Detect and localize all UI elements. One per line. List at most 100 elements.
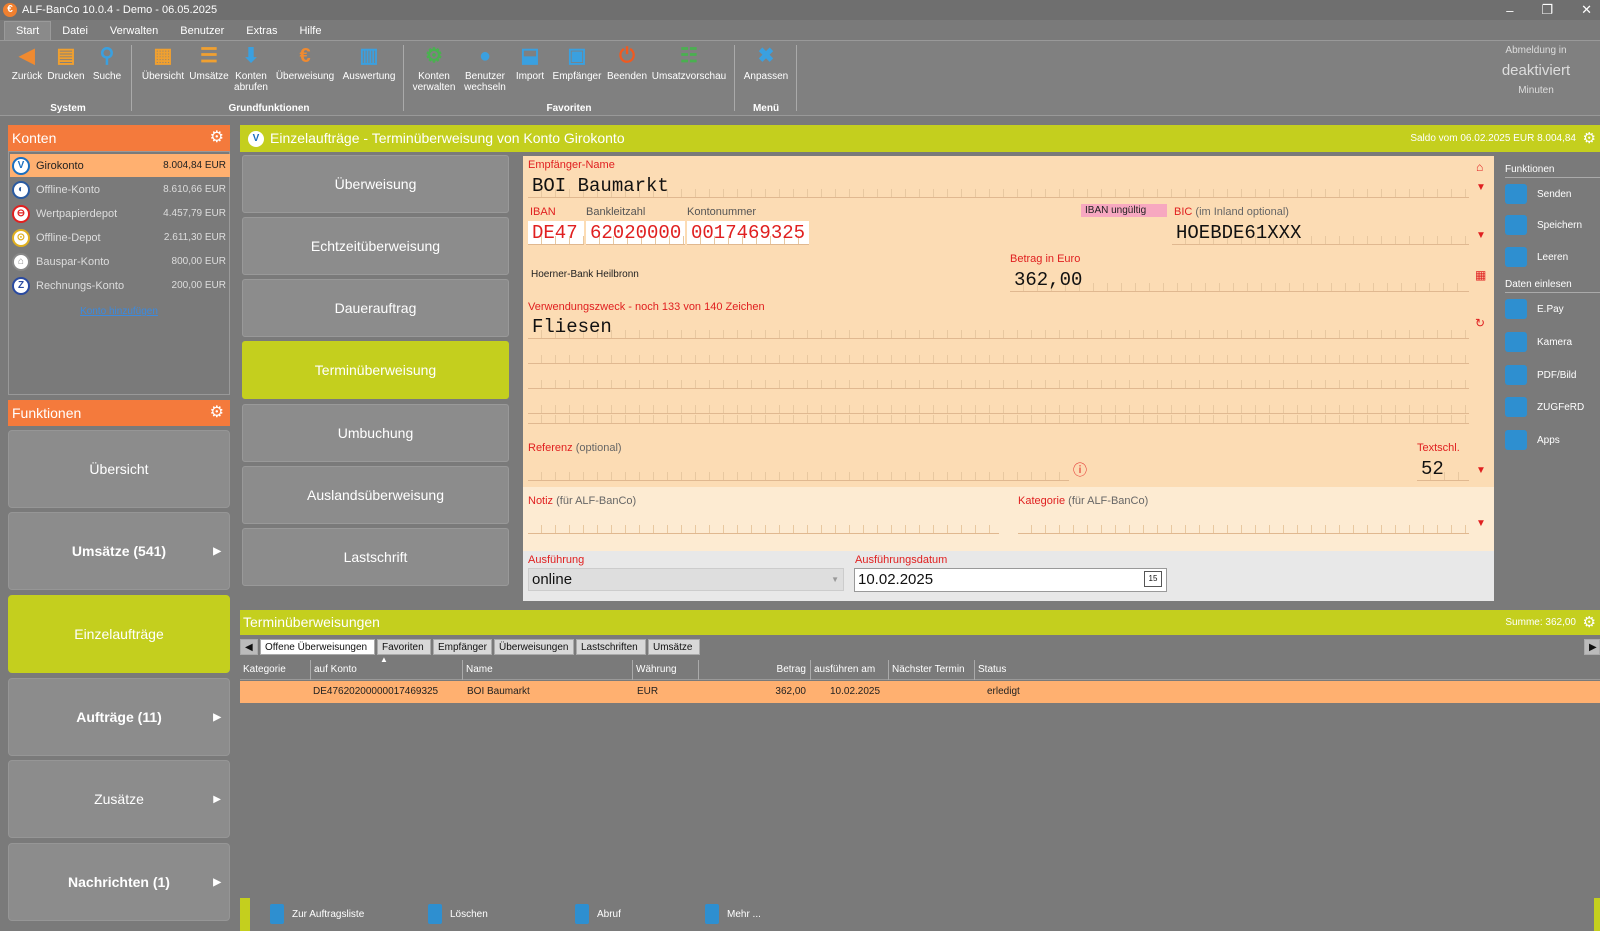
menu-datei[interactable]: Datei — [51, 22, 99, 40]
type-transfer[interactable]: Überweisung — [242, 155, 509, 213]
category-field[interactable] — [1018, 510, 1469, 534]
purpose-line-1[interactable]: Fliesen — [528, 315, 1469, 339]
type-instant-transfer[interactable]: Echtzeitüberweisung — [242, 217, 509, 275]
reference-field[interactable] — [528, 457, 1069, 481]
tab-transfers[interactable]: Überweisungen — [494, 639, 574, 655]
function-single-orders[interactable]: Einzelaufträge — [8, 595, 230, 673]
import-button[interactable]: ⬓ Import — [512, 43, 548, 83]
gear-icon[interactable]: ⚙ — [210, 125, 224, 151]
amount-field[interactable]: 362,00 — [1010, 268, 1469, 292]
clear-button[interactable]: Leeren — [1505, 247, 1568, 267]
col-status[interactable]: Status — [974, 660, 1074, 680]
restore-icon[interactable]: ❐ — [1541, 2, 1553, 18]
overview-button[interactable]: ▦ Übersicht — [140, 43, 186, 83]
account-item[interactable]: ◐ Offline-Konto 8.610,66 EUR — [10, 178, 230, 201]
fetch-button[interactable]: Abruf — [575, 904, 621, 924]
function-messages[interactable]: Nachrichten (1) ▶ — [8, 843, 230, 921]
col-category[interactable]: Kategorie — [240, 660, 310, 680]
tab-recipients[interactable]: Empfänger — [433, 639, 492, 655]
refresh-icon[interactable]: ↻ — [1475, 316, 1485, 330]
info-icon[interactable]: ⓘ — [1073, 460, 1087, 480]
col-execute-date[interactable]: ausführen am — [810, 660, 888, 680]
back-button[interactable]: ◀ Zurück — [8, 43, 46, 83]
preview-button[interactable]: ☷ Umsatzvorschau — [650, 43, 728, 83]
execution-select[interactable]: online ▼ — [528, 568, 844, 591]
print-button[interactable]: ▤ Drucken — [46, 43, 86, 83]
tab-favorites[interactable]: Favoriten — [377, 639, 431, 655]
tabs-scroll-left-icon[interactable]: ◀ — [240, 639, 258, 655]
account-item[interactable]: V Girokonto 8.004,84 EUR — [10, 154, 230, 177]
purpose-line-3[interactable] — [528, 365, 1469, 389]
save-button[interactable]: Speichern — [1505, 215, 1582, 235]
bic-field[interactable]: HOEBDE61XXX — [1172, 221, 1469, 245]
recipients-button[interactable]: ▣ Empfänger — [550, 43, 604, 83]
tab-transactions[interactable]: Umsätze — [648, 639, 700, 655]
type-direct-debit[interactable]: Lastschrift — [242, 528, 509, 586]
pdf-image-button[interactable]: PDF/Bild — [1505, 365, 1576, 385]
more-button[interactable]: Mehr ... — [705, 904, 761, 924]
table-row[interactable]: DE47620200000017469325 BOI Baumarkt EUR … — [240, 681, 1600, 703]
gear-icon[interactable]: ⚙ — [210, 400, 224, 426]
tab-direct-debits[interactable]: Lastschriften — [576, 639, 646, 655]
iban-country-field[interactable]: DE47 — [528, 221, 584, 245]
purpose-line-5[interactable] — [528, 408, 1469, 424]
type-rebooking[interactable]: Umbuchung — [242, 404, 509, 462]
close-icon[interactable]: ✕ — [1581, 2, 1592, 18]
recipient-field[interactable]: BOI Baumarkt — [528, 174, 1469, 198]
account-item[interactable]: ⊙ Offline-Depot 2.611,30 EUR — [10, 226, 230, 249]
manage-accounts-button[interactable]: ⚙ Konten verwalten — [410, 43, 458, 94]
chevron-down-icon[interactable]: ▼ — [1476, 518, 1486, 529]
tab-open-transfers[interactable]: Offene Überweisungen — [260, 639, 375, 655]
search-button[interactable]: ⚲ Suche — [88, 43, 126, 83]
iban-account-field[interactable]: 0017469325 — [687, 221, 809, 245]
minimize-icon[interactable]: – — [1506, 3, 1513, 18]
apps-button[interactable]: Apps — [1505, 430, 1560, 450]
delete-button[interactable]: Löschen — [428, 904, 488, 924]
text-key-field[interactable]: 52 — [1417, 457, 1469, 481]
transfer-button[interactable]: € Überweisung — [274, 43, 336, 83]
camera-button[interactable]: Kamera — [1505, 332, 1572, 352]
add-account-link[interactable]: Konto hinzufügen — [8, 306, 230, 317]
send-button[interactable]: Senden — [1505, 184, 1571, 204]
gear-icon[interactable]: ⚙ — [1583, 125, 1596, 152]
epay-button[interactable]: E.Pay — [1505, 299, 1564, 319]
function-transactions[interactable]: Umsätze (541) ▶ — [8, 512, 230, 590]
type-scheduled-transfer[interactable]: Terminüberweisung — [242, 341, 509, 399]
chevron-down-icon[interactable]: ▼ — [1476, 230, 1486, 241]
purpose-line-2[interactable] — [528, 340, 1469, 364]
account-item[interactable]: ⌂ Bauspar-Konto 800,00 EUR — [10, 250, 230, 273]
col-currency[interactable]: Währung — [632, 660, 698, 680]
menu-verwalten[interactable]: Verwalten — [99, 22, 169, 40]
calculator-icon[interactable]: ▦ — [1475, 268, 1486, 282]
zugferd-button[interactable]: ZUGFeRD — [1505, 397, 1584, 417]
switch-user-button[interactable]: ● Benutzer wechseln — [460, 43, 510, 94]
function-overview[interactable]: Übersicht — [8, 430, 230, 508]
transactions-button[interactable]: ☰ Umsätze — [188, 43, 230, 83]
analysis-button[interactable]: ▥ Auswertung — [340, 43, 398, 83]
type-foreign-transfer[interactable]: Auslandsüberweisung — [242, 466, 509, 524]
customize-button[interactable]: ✖ Anpassen — [742, 43, 790, 83]
chevron-down-icon[interactable]: ▼ — [1476, 465, 1486, 476]
menu-benutzer[interactable]: Benutzer — [169, 22, 235, 40]
tabs-scroll-right-icon[interactable]: ▶ — [1584, 639, 1600, 655]
chevron-down-icon[interactable]: ▼ — [1476, 182, 1486, 193]
home-icon[interactable]: ⌂ — [1476, 160, 1483, 174]
menu-hilfe[interactable]: Hilfe — [288, 22, 332, 40]
execution-date-field[interactable]: 10.02.2025 15 — [854, 568, 1167, 592]
calendar-icon[interactable]: 15 — [1144, 571, 1162, 587]
gear-icon[interactable]: ⚙ — [1583, 610, 1596, 635]
col-name[interactable]: Name — [462, 660, 632, 680]
iban-blz-field[interactable]: 62020000 — [586, 221, 685, 245]
function-extras[interactable]: Zusätze ▶ — [8, 760, 230, 838]
type-standing-order[interactable]: Dauerauftrag — [242, 279, 509, 337]
function-orders[interactable]: Aufträge (11) ▶ — [8, 678, 230, 756]
menu-start[interactable]: Start — [4, 21, 52, 40]
col-next-date[interactable]: Nächster Termin — [888, 660, 974, 680]
menu-extras[interactable]: Extras — [235, 22, 288, 40]
fetch-accounts-button[interactable]: ⬇ Konten abrufen — [232, 43, 270, 94]
quit-button[interactable]: ⏻ Beenden — [606, 43, 648, 83]
col-amount[interactable]: Betrag — [698, 660, 810, 680]
account-item[interactable]: Z Rechnungs-Konto 200,00 EUR — [10, 274, 230, 297]
to-order-list-button[interactable]: Zur Auftragsliste — [270, 904, 364, 924]
note-field[interactable] — [528, 510, 999, 534]
